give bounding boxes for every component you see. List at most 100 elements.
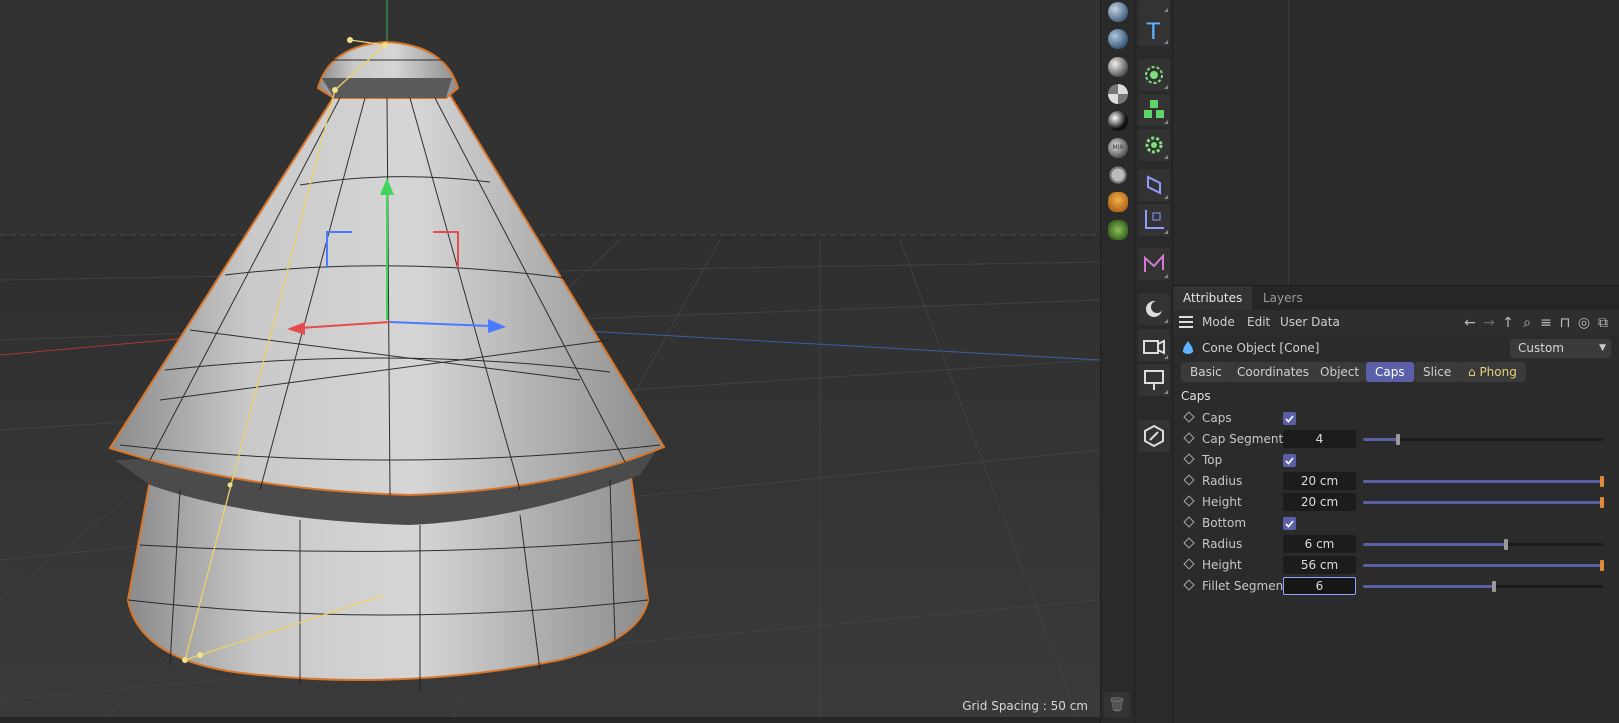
coordinate-icon[interactable] bbox=[1138, 204, 1170, 236]
property-slider[interactable] bbox=[1363, 539, 1603, 550]
tab-coordinates[interactable]: Coordinates bbox=[1228, 362, 1319, 382]
keyframe-diamond-icon[interactable] bbox=[1183, 579, 1195, 591]
property-label: Caps bbox=[1202, 411, 1232, 425]
cone-object-icon bbox=[1182, 341, 1194, 354]
menu-mode[interactable]: Mode bbox=[1202, 315, 1235, 329]
property-row: Bottom bbox=[1173, 513, 1619, 534]
camera-icon[interactable] bbox=[1138, 329, 1170, 361]
keyframe-diamond-icon[interactable] bbox=[1183, 558, 1195, 570]
object-manager[interactable] bbox=[1172, 0, 1619, 285]
tab-layers[interactable]: Layers bbox=[1253, 286, 1313, 310]
property-value-field[interactable]: 56 cm bbox=[1283, 556, 1356, 574]
material-sphere-icon[interactable] bbox=[1108, 57, 1128, 77]
object-title: Cone Object [Cone] bbox=[1202, 341, 1320, 355]
search-icon[interactable]: ⌕ bbox=[1519, 315, 1535, 331]
moss-material-icon[interactable] bbox=[1108, 220, 1128, 240]
svg-text:T: T bbox=[1146, 18, 1161, 42]
phong-icon: ⌂ bbox=[1468, 365, 1480, 379]
mix-material-icon[interactable]: MIX bbox=[1108, 138, 1128, 158]
attribute-subtabs: Basic Coordinates Object Caps Slice ⌂ Ph… bbox=[1173, 360, 1619, 384]
property-value-field[interactable]: 6 cm bbox=[1283, 535, 1356, 553]
cloner-icon[interactable] bbox=[1138, 94, 1170, 126]
floor-icon[interactable] bbox=[1138, 364, 1170, 396]
property-label: Radius bbox=[1202, 537, 1243, 551]
property-slider[interactable] bbox=[1363, 581, 1603, 592]
null-icon[interactable] bbox=[1138, 59, 1170, 91]
keyframe-diamond-icon[interactable] bbox=[1183, 537, 1195, 549]
effector-icon[interactable] bbox=[1138, 129, 1170, 161]
property-row: Cap Segments 4 bbox=[1173, 429, 1619, 450]
slider-thumb[interactable] bbox=[1600, 497, 1604, 508]
tab-phong[interactable]: ⌂ Phong bbox=[1459, 362, 1526, 382]
slider-thumb[interactable] bbox=[1504, 539, 1508, 550]
property-value-field[interactable]: 4 bbox=[1283, 430, 1356, 448]
property-row: Radius 20 cm bbox=[1173, 471, 1619, 492]
3d-viewport[interactable]: Grid Spacing : 50 cm bbox=[0, 0, 1100, 723]
menu-user-data[interactable]: User Data bbox=[1280, 315, 1340, 329]
property-label: Radius bbox=[1202, 474, 1243, 488]
keyframe-diamond-icon[interactable] bbox=[1183, 411, 1195, 423]
slider-fill bbox=[1363, 585, 1495, 588]
tab-slice[interactable]: Slice bbox=[1414, 362, 1461, 382]
material-sphere-icon[interactable] bbox=[1108, 2, 1128, 22]
material-sphere-icon[interactable] bbox=[1108, 84, 1128, 104]
slider-thumb[interactable] bbox=[1600, 560, 1604, 571]
keyframe-diamond-icon[interactable] bbox=[1183, 474, 1195, 486]
lock-icon[interactable]: ⊓ bbox=[1557, 315, 1573, 331]
chevron-down-icon: ▼ bbox=[1599, 343, 1606, 353]
deformer-icon[interactable] bbox=[1138, 169, 1170, 201]
property-checkbox[interactable] bbox=[1283, 454, 1296, 467]
cube-icon[interactable] bbox=[1138, 0, 1170, 14]
property-checkbox[interactable] bbox=[1283, 412, 1296, 425]
property-slider[interactable] bbox=[1363, 560, 1604, 571]
object-header: Cone Object [Cone] Custom ▼ bbox=[1173, 336, 1619, 360]
property-slider[interactable] bbox=[1363, 476, 1604, 487]
property-slider[interactable] bbox=[1363, 434, 1603, 445]
object-manager-divider[interactable] bbox=[1288, 0, 1289, 285]
tab-caps[interactable]: Caps bbox=[1366, 362, 1414, 382]
text-icon[interactable]: T bbox=[1138, 14, 1170, 46]
property-label: Cap Segments bbox=[1202, 432, 1290, 446]
forward-arrow-icon[interactable]: → bbox=[1481, 315, 1497, 331]
hamburger-menu-icon[interactable] bbox=[1179, 316, 1193, 328]
menu-edit[interactable]: Edit bbox=[1247, 315, 1270, 329]
light-icon[interactable] bbox=[1138, 293, 1170, 325]
target-icon[interactable]: ◎ bbox=[1576, 315, 1592, 331]
tab-object[interactable]: Object bbox=[1311, 362, 1369, 382]
viewport-scene bbox=[0, 0, 1100, 723]
up-arrow-icon[interactable]: ↑ bbox=[1500, 315, 1516, 331]
keyframe-diamond-icon[interactable] bbox=[1183, 432, 1195, 444]
slider-fill bbox=[1363, 543, 1507, 546]
property-row: Top bbox=[1173, 450, 1619, 471]
property-value-field[interactable]: 20 cm bbox=[1283, 472, 1356, 490]
filter-icon[interactable]: ≡ bbox=[1538, 315, 1554, 331]
gear-material-icon[interactable] bbox=[1108, 165, 1128, 185]
slider-thumb[interactable] bbox=[1492, 581, 1496, 592]
property-value-field[interactable]: 6 bbox=[1283, 577, 1356, 595]
tab-basic[interactable]: Basic bbox=[1181, 362, 1231, 382]
material-sphere-icon[interactable] bbox=[1108, 111, 1128, 131]
slider-thumb[interactable] bbox=[1396, 434, 1400, 445]
attributes-menubar: Mode Edit User Data ← → ↑ ⌕ ≡ ⊓ ◎ ⧉ bbox=[1173, 310, 1619, 336]
slider-thumb[interactable] bbox=[1600, 476, 1604, 487]
viewport-status-bar bbox=[0, 717, 1100, 723]
slider-fill bbox=[1363, 564, 1603, 567]
flower-material-icon[interactable] bbox=[1108, 192, 1128, 212]
property-checkbox[interactable] bbox=[1283, 517, 1296, 530]
checkmark-icon bbox=[1285, 520, 1294, 528]
property-slider[interactable] bbox=[1363, 497, 1604, 508]
material-sphere-icon[interactable] bbox=[1108, 29, 1128, 49]
panel-tabs: Attributes Layers bbox=[1173, 286, 1619, 310]
keyframe-diamond-icon[interactable] bbox=[1183, 453, 1195, 465]
property-value-field[interactable]: 20 cm bbox=[1283, 493, 1356, 511]
tab-attributes[interactable]: Attributes bbox=[1173, 286, 1253, 310]
preset-dropdown[interactable]: Custom ▼ bbox=[1510, 339, 1611, 358]
trash-icon[interactable]: 🗑 bbox=[1104, 692, 1130, 718]
back-arrow-icon[interactable]: ← bbox=[1462, 315, 1478, 331]
spline-icon[interactable] bbox=[1138, 248, 1170, 280]
keyframe-diamond-icon[interactable] bbox=[1183, 516, 1195, 528]
property-row: Caps bbox=[1173, 408, 1619, 429]
keyframe-diamond-icon[interactable] bbox=[1183, 495, 1195, 507]
new-window-icon[interactable]: ⧉ bbox=[1595, 315, 1611, 331]
pen-icon[interactable] bbox=[1138, 420, 1170, 452]
